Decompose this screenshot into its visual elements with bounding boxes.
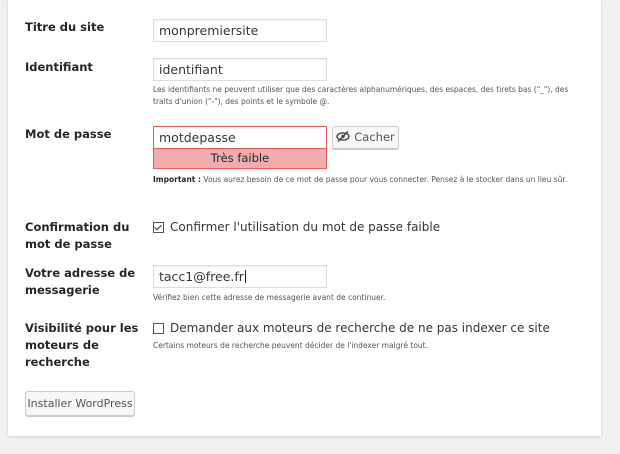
search-visibility-checkbox-row[interactable]: Demander aux moteurs de recherche de ne … — [153, 320, 583, 336]
password-label: Mot de passe — [25, 127, 112, 141]
search-visibility-checkbox[interactable] — [153, 322, 164, 334]
password-important-prefix: Important : — [153, 175, 202, 184]
username-field-wrap: identifiant Les identifiants ne peuvent … — [153, 58, 583, 108]
install-wordpress-button[interactable]: Installer WordPress — [25, 391, 135, 416]
site-title-field-wrap: monpremiersite — [153, 19, 327, 42]
email-input[interactable]: tacc1@free.fr — [153, 265, 327, 288]
site-title-input[interactable]: monpremiersite — [153, 19, 327, 42]
weak-password-label: Confirmation du mot de passe — [25, 220, 130, 251]
weak-password-field-wrap: Confirmer l'utilisation du mot de passe … — [153, 219, 440, 235]
password-input[interactable]: motdepasse — [153, 126, 327, 149]
weak-password-checkbox[interactable] — [153, 221, 164, 233]
eye-slash-icon — [336, 131, 350, 142]
weak-password-checkbox-row[interactable]: Confirmer l'utilisation du mot de passe … — [153, 219, 440, 235]
text-cursor — [244, 270, 246, 283]
email-field-wrap: tacc1@free.fr Vérifiez bien cette adress… — [153, 265, 583, 304]
password-field-wrap: motdepasse Très faible — [153, 126, 327, 169]
username-help-text: Les identifiants ne peuvent utiliser que… — [153, 85, 569, 106]
email-label: Votre adresse de messagerie — [25, 266, 136, 297]
email-help-text: Vérifiez bien cette adresse de messageri… — [153, 293, 386, 302]
email-input-value: tacc1@free.fr — [159, 269, 244, 284]
password-strength-meter: Très faible — [153, 149, 327, 169]
password-important-note: Important : Vous aurez besoin de ce mot … — [153, 174, 573, 186]
search-visibility-label: Visibilité pour les moteurs de recherche — [25, 321, 139, 369]
password-important-text: Vous aurez besoin de ce mot de passe pou… — [201, 175, 568, 184]
hide-password-button[interactable]: Cacher — [332, 126, 399, 149]
hide-password-label: Cacher — [354, 130, 395, 144]
username-label: Identifiant — [25, 60, 93, 74]
weak-password-checkbox-label: Confirmer l'utilisation du mot de passe … — [170, 220, 441, 234]
username-input[interactable]: identifiant — [153, 58, 327, 81]
search-visibility-checkbox-label: Demander aux moteurs de recherche de ne … — [170, 321, 550, 335]
search-visibility-field-wrap: Demander aux moteurs de recherche de ne … — [153, 320, 583, 352]
install-form-card: Titre du site monpremiersite Identifiant… — [8, 0, 601, 436]
site-title-label: Titre du site — [25, 20, 105, 34]
search-visibility-help-text: Certains moteurs de recherche peuvent dé… — [153, 341, 428, 350]
